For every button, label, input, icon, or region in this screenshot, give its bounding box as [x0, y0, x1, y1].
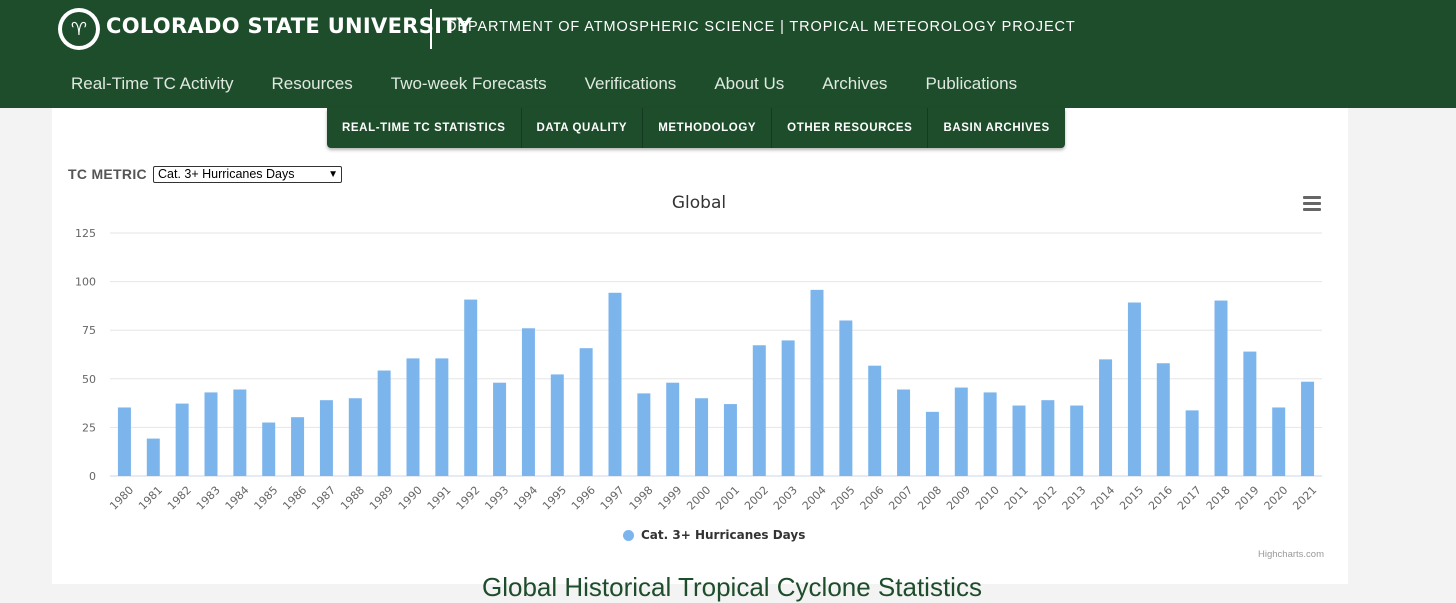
bar — [723, 404, 737, 476]
bar — [319, 400, 333, 476]
x-tick-label: 1980 — [107, 484, 136, 513]
x-tick-label: 2004 — [800, 484, 829, 513]
x-tick-label: 2015 — [1117, 484, 1146, 513]
x-tick-label: 1981 — [136, 484, 165, 513]
y-tick-label: 50 — [82, 373, 96, 386]
bar — [666, 382, 680, 476]
chart-legend[interactable]: Cat. 3+ Hurricanes Days — [623, 528, 805, 542]
x-tick-label: 2017 — [1175, 484, 1204, 513]
y-tick-label: 75 — [82, 324, 96, 337]
bar — [1012, 405, 1026, 476]
bar — [1156, 363, 1170, 476]
x-tick-label: 2007 — [886, 484, 915, 513]
x-tick-label: 2003 — [771, 484, 800, 513]
x-tick-label: 2002 — [742, 484, 771, 513]
bar — [146, 438, 160, 476]
x-tick-label: 2001 — [713, 484, 742, 513]
bar — [1272, 407, 1286, 476]
bar — [550, 374, 564, 476]
x-tick-label: 2021 — [1290, 484, 1319, 513]
bar — [608, 292, 622, 476]
x-tick-label: 1999 — [656, 484, 685, 513]
x-tick-label: 2016 — [1146, 484, 1175, 513]
bar — [1041, 400, 1055, 476]
x-tick-label: 1983 — [194, 484, 223, 513]
x-tick-label: 2012 — [1031, 484, 1060, 513]
x-tick-label: 1984 — [223, 484, 252, 513]
y-tick-label: 0 — [89, 470, 96, 483]
bar — [262, 422, 276, 476]
x-tick-label: 1986 — [280, 484, 309, 513]
x-tick-label: 2010 — [973, 484, 1002, 513]
bar — [781, 340, 795, 476]
x-tick-label: 2005 — [829, 484, 858, 513]
bar — [1185, 410, 1199, 476]
legend-marker — [623, 529, 634, 541]
x-tick-label: 2020 — [1262, 484, 1291, 513]
bar — [493, 382, 507, 476]
legend-label: Cat. 3+ Hurricanes Days — [641, 528, 806, 542]
bar — [579, 348, 593, 476]
x-tick-label: 2011 — [1002, 484, 1031, 513]
bar — [983, 392, 997, 476]
bar — [233, 389, 247, 476]
x-tick-label: 2019 — [1233, 484, 1262, 513]
bar-chart: 02550751001251980 1981 1982 1983 1984 1985 198… — [75, 227, 1322, 513]
y-tick-label: 125 — [75, 227, 96, 240]
x-tick-label: 2018 — [1204, 484, 1233, 513]
x-tick-label: 1996 — [569, 484, 598, 513]
x-tick-label: 1985 — [252, 484, 281, 513]
x-tick-label: 2013 — [1060, 484, 1089, 513]
x-tick-label: 1982 — [165, 484, 194, 513]
x-tick-label: 1998 — [627, 484, 656, 513]
bar — [521, 328, 535, 476]
bar — [868, 365, 882, 476]
bar — [925, 411, 939, 476]
section-heading: Global Historical Tropical Cyclone Stati… — [482, 572, 982, 602]
bar — [1070, 405, 1084, 476]
bar — [839, 320, 853, 476]
x-tick-label: 1991 — [425, 484, 454, 513]
bar — [435, 358, 449, 476]
bar — [1243, 351, 1257, 476]
bar — [1099, 359, 1113, 476]
x-tick-label: 1994 — [511, 484, 540, 513]
bar — [406, 358, 420, 476]
x-tick-label: 1990 — [396, 484, 425, 513]
x-tick-label: 2014 — [1088, 484, 1117, 513]
highcharts-credit[interactable]: Highcharts.com — [1258, 549, 1324, 560]
bar — [117, 407, 131, 476]
bar — [377, 370, 391, 476]
bar — [954, 387, 968, 476]
bar — [291, 417, 305, 476]
y-tick-label: 25 — [82, 421, 96, 434]
x-tick-label: 2006 — [858, 484, 887, 513]
x-tick-label: 1989 — [367, 484, 396, 513]
bar — [175, 403, 189, 476]
x-tick-label: 1988 — [338, 484, 367, 513]
x-tick-label: 2009 — [944, 484, 973, 513]
x-tick-label: 1993 — [482, 484, 511, 513]
x-tick-label: 1987 — [309, 484, 338, 513]
bar — [204, 392, 218, 476]
x-tick-label: 2008 — [915, 484, 944, 513]
x-tick-label: 1995 — [540, 484, 569, 513]
bar — [897, 389, 911, 476]
bar — [637, 393, 651, 476]
bar — [695, 398, 709, 476]
x-tick-label: 2000 — [684, 484, 713, 513]
bar — [348, 398, 362, 476]
bar — [1127, 302, 1141, 476]
y-tick-label: 100 — [75, 276, 96, 289]
bar — [1214, 300, 1228, 476]
bar — [1301, 381, 1315, 476]
bar — [464, 299, 478, 476]
bar — [752, 345, 766, 476]
bar — [810, 289, 824, 476]
x-tick-label: 1992 — [454, 484, 483, 513]
x-tick-label: 1997 — [598, 484, 627, 513]
